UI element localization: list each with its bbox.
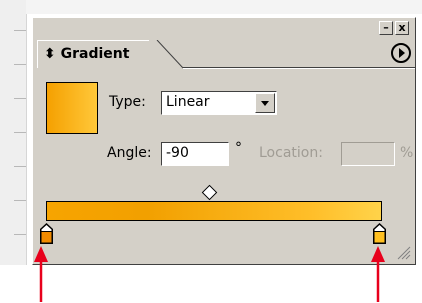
degree-symbol: °	[235, 140, 242, 156]
gradient-swatch[interactable]	[46, 82, 98, 134]
start-stop-arrow-icon	[34, 246, 48, 302]
ruler-tick	[14, 234, 26, 235]
resize-grip-icon[interactable]	[395, 244, 411, 260]
tab-divider-highlight	[183, 68, 415, 69]
end-color-stop[interactable]	[373, 223, 386, 245]
chevron-down-icon[interactable]	[255, 93, 275, 113]
canvas-ruler	[0, 0, 27, 265]
tab-edge	[149, 40, 184, 69]
close-button[interactable]: x	[395, 21, 409, 35]
start-color-stop[interactable]	[40, 223, 53, 245]
minimize-button[interactable]: –	[379, 21, 393, 35]
location-input	[341, 142, 395, 166]
type-select-value: Linear	[166, 94, 210, 110]
type-label: Type:	[109, 94, 146, 110]
ruler-tick	[14, 30, 26, 31]
midpoint-slider[interactable]	[201, 184, 218, 201]
percent-symbol: %	[400, 145, 414, 161]
tab-gradient[interactable]: ⬍ Gradient	[37, 40, 157, 68]
location-label: Location:	[259, 145, 323, 161]
ruler-tick	[14, 98, 26, 99]
panel-menu-button[interactable]	[391, 43, 411, 63]
gradient-ramp[interactable]	[46, 201, 382, 221]
canvas-top-edge	[26, 0, 422, 14]
end-stop-arrow-icon	[371, 246, 385, 302]
panel-titlebar[interactable]: – x	[33, 18, 415, 40]
angle-label: Angle:	[107, 145, 152, 161]
ruler-tick	[14, 166, 26, 167]
ruler-tick	[14, 200, 26, 201]
gradient-panel: – x ⬍ Gradient Type: Linear Angle: -90 °…	[32, 17, 416, 265]
play-arrow-icon	[399, 48, 405, 58]
tab-strip: ⬍ Gradient	[33, 40, 415, 69]
ruler-tick	[14, 132, 26, 133]
angle-input[interactable]: -90	[161, 142, 229, 166]
ruler-tick	[14, 64, 26, 65]
tab-gradient-label: ⬍ Gradient	[44, 46, 130, 62]
type-select[interactable]: Linear	[161, 91, 277, 115]
